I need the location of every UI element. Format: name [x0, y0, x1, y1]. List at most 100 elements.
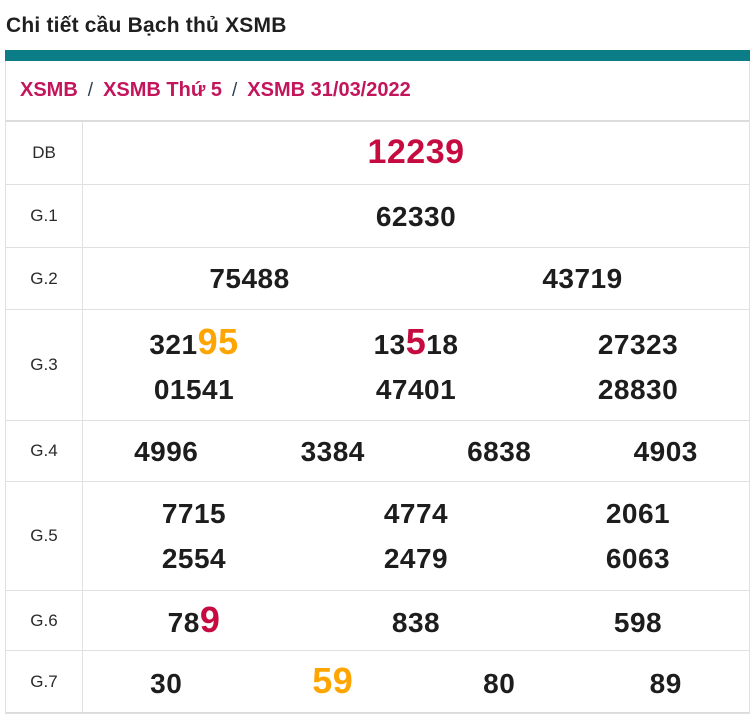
breadcrumb-separator: / [87, 79, 94, 101]
digits: 3384 [300, 435, 365, 467]
table-row-g2: G.2 75488 43719 [6, 248, 749, 310]
prize-line: 2554 2479 6063 [83, 536, 749, 581]
row-label: G.1 [6, 185, 83, 247]
prize-line: 4996 3384 6838 4903 [83, 429, 749, 474]
prize-line: 75488 43719 [83, 256, 749, 301]
prize-value: 89 [583, 661, 750, 706]
prize-value: 598 [527, 600, 749, 645]
prize-value: 27323 [527, 322, 749, 367]
digits: 78 [167, 606, 200, 638]
digits: 28830 [597, 373, 679, 405]
table-row-g1: G.1 62330 [6, 185, 749, 248]
prize-value: 6063 [527, 536, 749, 581]
highlighted-digits: 12239 [367, 133, 465, 171]
page: Chi tiết cầu Bạch thủ XSMB XSMB / XSMB Thứ… [0, 0, 755, 714]
digits: 18 [426, 328, 459, 360]
digits: 75488 [209, 263, 290, 294]
table-row-g7: G.7 30 59 80 89 [6, 651, 749, 713]
row-label: G.7 [6, 651, 83, 712]
prize-value: 47401 [305, 367, 527, 412]
prize-line: 01541 47401 28830 [83, 367, 749, 412]
digits: 2479 [383, 543, 449, 574]
page-title: Chi tiết cầu Bạch thủ XSMB [6, 14, 287, 37]
row-label: G.5 [6, 482, 83, 590]
row-values-cell: 12239 [83, 122, 749, 184]
prize-value: 75488 [83, 256, 416, 301]
digits: 7715 [161, 498, 227, 529]
prize-value: 2479 [305, 536, 527, 581]
row-values-cell: 32195 13518 27323 01541 47401 28830 [83, 310, 749, 420]
breadcrumb: XSMB / XSMB Thứ 5 / XSMB 31/03/2022 [6, 61, 749, 122]
digits: 89 [649, 667, 682, 699]
prize-line: 12239 [83, 130, 749, 176]
digits: 62330 [375, 200, 457, 232]
digits: 2554 [161, 543, 227, 574]
results-panel: XSMB / XSMB Thứ 5 / XSMB 31/03/2022 DB 12239 G… [5, 50, 750, 714]
table-row-db: DB 12239 [6, 122, 749, 185]
panel-body: XSMB / XSMB Thứ 5 / XSMB 31/03/2022 DB 12239 G… [5, 61, 750, 714]
prize-value: 12239 [83, 130, 749, 176]
digits: 01541 [153, 373, 235, 405]
highlighted-digits: 95 [197, 320, 239, 362]
digits: 6838 [467, 435, 532, 467]
digits: 27323 [597, 328, 679, 360]
prize-line: 7715 4774 2061 [83, 491, 749, 536]
highlighted-digits: 5 [405, 320, 427, 362]
digits: 4996 [134, 435, 199, 467]
results-table: DB 12239 G.1 62330 G.2 75488 43719 G.3 32195 1351… [6, 122, 749, 713]
digits: 838 [391, 606, 441, 638]
table-row-g3: G.3 32195 13518 27323 01541 47401 28830 [6, 310, 749, 421]
prize-value: 7715 [83, 491, 305, 536]
highlighted-digits: 9 [199, 598, 221, 640]
breadcrumb-link-1[interactable]: XSMB Thứ 5 [103, 79, 222, 102]
prize-value: 2554 [83, 536, 305, 581]
digits: 4774 [383, 498, 449, 529]
prize-value: 4996 [83, 429, 250, 474]
breadcrumb-link-0[interactable]: XSMB [20, 79, 78, 102]
digits: 47401 [375, 373, 457, 405]
breadcrumb-link-2[interactable]: XSMB 31/03/2022 [247, 79, 410, 102]
prize-line: 789 838 598 [83, 597, 749, 645]
row-label: G.2 [6, 248, 83, 309]
prize-line: 32195 13518 27323 [83, 319, 749, 367]
row-values-cell: 7715 4774 2061 2554 2479 6063 [83, 482, 749, 590]
digits: 43719 [542, 263, 623, 294]
row-label: G.3 [6, 310, 83, 420]
row-values-cell: 75488 43719 [83, 248, 749, 309]
row-label: DB [6, 122, 83, 184]
prize-value: 62330 [83, 194, 749, 239]
row-values-cell: 30 59 80 89 [83, 651, 749, 712]
row-label: G.4 [6, 421, 83, 481]
prize-value: 2061 [527, 491, 749, 536]
digits: 4903 [633, 435, 698, 467]
breadcrumb-separator: / [232, 79, 238, 101]
prize-value: 838 [305, 600, 527, 645]
prize-line: 30 59 80 89 [83, 658, 749, 706]
prize-value: 32195 [83, 319, 305, 367]
row-values-cell: 789 838 598 [83, 591, 749, 650]
table-row-g4: G.4 4996 3384 6838 4903 [6, 421, 749, 482]
prize-value: 3384 [250, 429, 417, 474]
prize-value: 59 [250, 658, 417, 706]
row-label: G.6 [6, 591, 83, 650]
prize-line: 62330 [83, 194, 749, 239]
prize-value: 4903 [583, 429, 750, 474]
prize-value: 789 [83, 597, 305, 645]
prize-value: 30 [83, 661, 250, 706]
digits: 6063 [605, 543, 671, 574]
prize-value: 28830 [527, 367, 749, 412]
digits: 321 [149, 328, 198, 360]
prize-value: 13518 [305, 319, 527, 367]
prize-value: 01541 [83, 367, 305, 412]
highlighted-digits: 59 [312, 659, 354, 701]
digits: 2061 [605, 498, 671, 529]
digits: 598 [613, 606, 663, 638]
table-row-g5: G.5 7715 4774 2061 2554 2479 6063 [6, 482, 749, 591]
teal-accent-bar [5, 50, 750, 61]
digits: 13 [373, 328, 406, 360]
prize-value: 6838 [416, 429, 583, 474]
prize-value: 4774 [305, 491, 527, 536]
digits: 80 [483, 667, 516, 699]
prize-value: 43719 [416, 256, 749, 301]
prize-value: 80 [416, 661, 583, 706]
